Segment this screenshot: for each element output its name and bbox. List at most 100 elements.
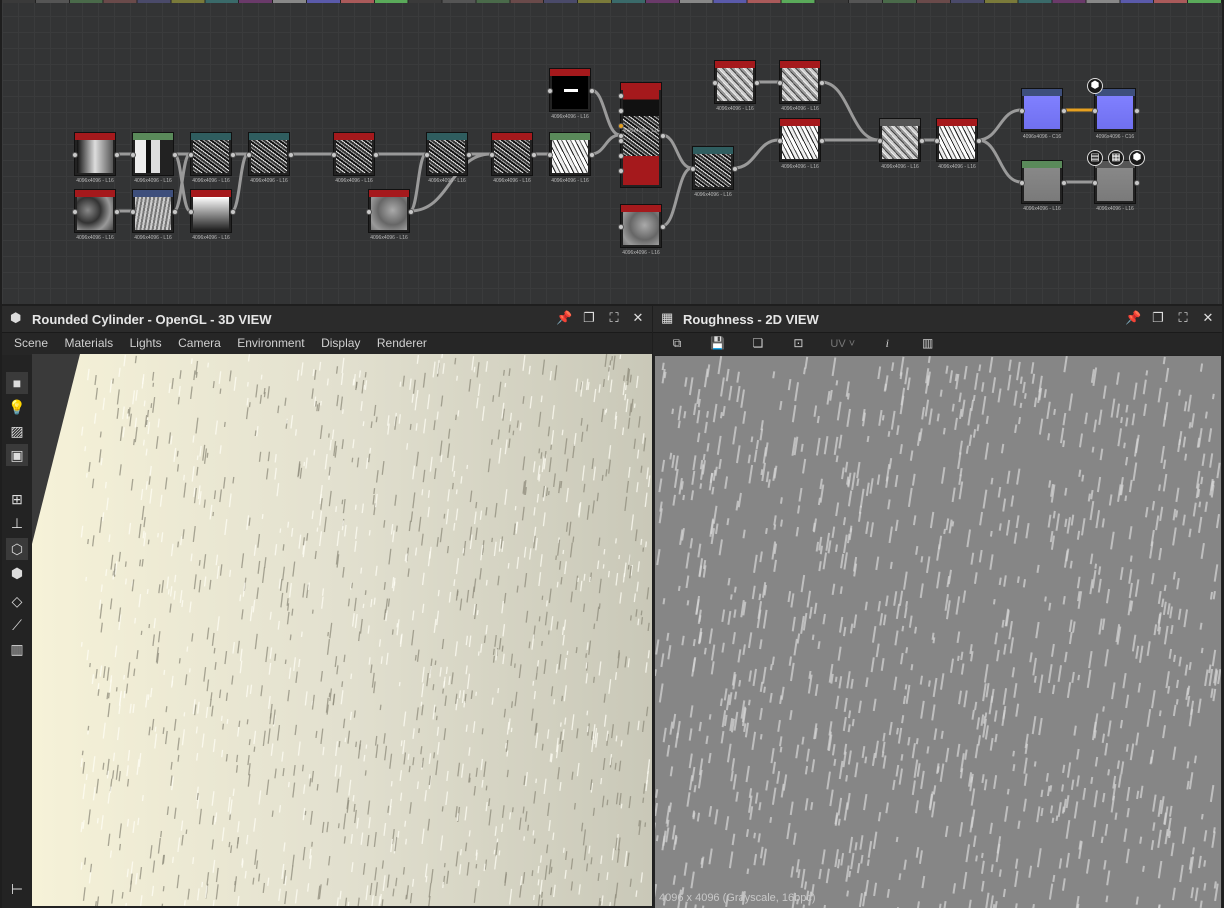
copy-view-icon[interactable]: ⧉ bbox=[665, 333, 689, 355]
graph-node[interactable]: 4096x4096 - L16 bbox=[424, 132, 472, 184]
pin-icon[interactable]: 📌 bbox=[556, 310, 572, 326]
cube-wire-icon[interactable]: ⬢ bbox=[6, 562, 28, 584]
node-input-port[interactable] bbox=[712, 80, 718, 86]
node-output-port[interactable] bbox=[1061, 108, 1067, 114]
node-output-port[interactable] bbox=[531, 152, 537, 158]
menu-lights[interactable]: Lights bbox=[130, 333, 162, 353]
restore-icon[interactable]: ❐ bbox=[1150, 310, 1166, 326]
graph-node[interactable]: 4096x4096 - C16 bbox=[1019, 88, 1067, 140]
close-icon[interactable]: ✕ bbox=[1200, 310, 1216, 326]
node-output-port[interactable] bbox=[114, 209, 120, 215]
node-input-port[interactable] bbox=[618, 93, 624, 99]
node-input-port[interactable] bbox=[618, 123, 624, 129]
node-input-port[interactable] bbox=[366, 209, 372, 215]
node-input-port[interactable] bbox=[618, 138, 624, 144]
node-output-port[interactable] bbox=[114, 152, 120, 158]
camera-icon[interactable]: ■ bbox=[6, 372, 28, 394]
node-input-port[interactable] bbox=[934, 138, 940, 144]
node-input-port[interactable] bbox=[877, 138, 883, 144]
node-output-port[interactable] bbox=[819, 80, 825, 86]
node-input-port[interactable] bbox=[246, 152, 252, 158]
info-icon[interactable]: i bbox=[875, 333, 899, 355]
node-output-port[interactable] bbox=[754, 80, 760, 86]
node-input-port[interactable] bbox=[1019, 180, 1025, 186]
node-input-port[interactable] bbox=[188, 152, 194, 158]
node-output-port[interactable] bbox=[1061, 180, 1067, 186]
node-input-port[interactable] bbox=[618, 224, 624, 230]
graph-node[interactable]: 4096x4096 - L16 bbox=[877, 118, 925, 170]
menu-materials[interactable]: Materials bbox=[64, 333, 113, 353]
graph-node[interactable]: 4096x4096 - L16 bbox=[130, 132, 178, 184]
node-input-port[interactable] bbox=[1092, 180, 1098, 186]
node-output-port[interactable] bbox=[732, 166, 738, 172]
2d-viewport[interactable]: 4096 x 4096 (Grayscale, 16bpc) bbox=[655, 356, 1221, 908]
node-input-port[interactable] bbox=[1019, 108, 1025, 114]
graph-node[interactable]: 4096x4096 - L16 bbox=[331, 132, 379, 184]
close-icon[interactable]: ✕ bbox=[630, 310, 646, 326]
node-output-port[interactable] bbox=[819, 138, 825, 144]
graph-node[interactable]: 4096x4096 - L16 bbox=[934, 118, 982, 170]
plane-icon[interactable]: ◇ bbox=[6, 590, 28, 612]
cube-icon[interactable]: ⬡ bbox=[6, 538, 28, 560]
graph-node[interactable]: 4096x4096 - L16 bbox=[72, 132, 120, 184]
node-input-port[interactable] bbox=[777, 80, 783, 86]
node-output-port[interactable] bbox=[172, 209, 178, 215]
document-badge-icon[interactable]: ▤ bbox=[1087, 150, 1103, 166]
node-input-port[interactable] bbox=[690, 166, 696, 172]
3d-view-badge-icon[interactable]: ⬢ bbox=[1087, 78, 1103, 94]
node-graph-canvas[interactable]: 4096x4096 - L16 4096x4096 - L16 4096x4096 … bbox=[2, 0, 1222, 304]
maximize-icon[interactable]: ⛶ bbox=[606, 310, 622, 326]
gizmo-icon[interactable]: ⟋ bbox=[6, 614, 28, 636]
3d-viewport[interactable] bbox=[32, 354, 652, 906]
graph-node[interactable]: 4096x4096 - L16 bbox=[246, 132, 294, 184]
node-output-port[interactable] bbox=[660, 224, 666, 230]
node-output-port[interactable] bbox=[589, 152, 595, 158]
graph-node[interactable]: 4096x4096 - L16 bbox=[366, 189, 414, 241]
node-input-port[interactable] bbox=[1092, 108, 1098, 114]
graph-node[interactable]: 4096x4096 - L16 bbox=[72, 189, 120, 241]
node-input-port[interactable] bbox=[424, 152, 430, 158]
menu-environment[interactable]: Environment bbox=[237, 333, 304, 353]
maximize-icon[interactable]: ⛶ bbox=[1175, 310, 1191, 326]
node-input-port[interactable] bbox=[331, 152, 337, 158]
node-output-port[interactable] bbox=[230, 152, 236, 158]
node-output-port[interactable] bbox=[919, 138, 925, 144]
graph-node[interactable]: 4096x4096 - L16 bbox=[712, 60, 760, 112]
node-output-port[interactable] bbox=[172, 152, 178, 158]
node-output-port[interactable] bbox=[230, 209, 236, 215]
graph-node[interactable]: 4096x4096 - L16 bbox=[130, 189, 178, 241]
graph-node[interactable]: 4096x4096 - L16 bbox=[1092, 160, 1140, 212]
light-bulb-icon[interactable]: 💡 bbox=[6, 396, 28, 418]
graph-node[interactable]: 4096x4096 - C16 bbox=[1092, 88, 1140, 140]
histogram-icon[interactable]: ▥ bbox=[6, 638, 28, 660]
graph-node[interactable]: 4096x4096 - L16 bbox=[777, 60, 825, 112]
graph-node[interactable]: 4096x4096 - L16 bbox=[1019, 160, 1067, 212]
save-icon[interactable]: 💾 bbox=[705, 333, 729, 355]
node-output-port[interactable] bbox=[660, 133, 666, 139]
node-input-port[interactable] bbox=[489, 152, 495, 158]
menu-scene[interactable]: Scene bbox=[14, 333, 48, 353]
graph-node[interactable]: 4096x4096 - L16 bbox=[690, 146, 738, 198]
environment-map-icon[interactable]: ▨ bbox=[6, 420, 28, 442]
node-output-port[interactable] bbox=[373, 152, 379, 158]
graph-node[interactable]: 4096x4096 - L16 bbox=[188, 132, 236, 184]
node-output-port[interactable] bbox=[589, 88, 595, 94]
node-output-port[interactable] bbox=[408, 209, 414, 215]
menu-renderer[interactable]: Renderer bbox=[377, 333, 427, 353]
uv-dropdown[interactable]: UV ˅ bbox=[827, 334, 859, 356]
node-input-port[interactable] bbox=[618, 153, 624, 159]
restore-icon[interactable]: ❐ bbox=[581, 310, 597, 326]
node-output-port[interactable] bbox=[1134, 180, 1140, 186]
menu-display[interactable]: Display bbox=[321, 333, 360, 353]
node-input-port[interactable] bbox=[618, 108, 624, 114]
pin-icon[interactable]: 📌 bbox=[1125, 310, 1141, 326]
node-input-port[interactable] bbox=[130, 152, 136, 158]
channels-icon[interactable]: ⊡ bbox=[786, 333, 810, 355]
node-input-port[interactable] bbox=[72, 209, 78, 215]
grid-icon[interactable]: ⊞ bbox=[6, 488, 28, 510]
node-input-port[interactable] bbox=[72, 152, 78, 158]
graph-node[interactable]: 4096x4096 - L16 bbox=[489, 132, 537, 184]
node-input-port[interactable] bbox=[547, 88, 553, 94]
node-input-port[interactable] bbox=[130, 209, 136, 215]
node-input-port[interactable] bbox=[777, 138, 783, 144]
